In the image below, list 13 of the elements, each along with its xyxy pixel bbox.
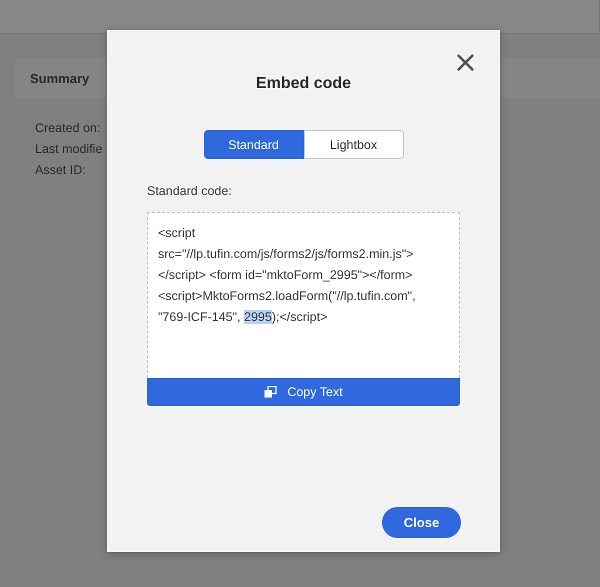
field-label: Created on: xyxy=(35,120,100,136)
tab[interactable]: Lightbox xyxy=(304,130,404,159)
field-label: Last modifie xyxy=(35,141,102,157)
dialog-title: Embed code xyxy=(254,74,352,94)
tab[interactable]: Standard xyxy=(204,130,304,159)
code-field[interactable]: <script src="//lp.tufin.com/js/forms2/js/forms2.min.js"></script> <form id="mktoForm_2995"></form> <script>MktoForms2.loadForm("//lp.tufin.com", "769-ICF-145", 2995);</script> xyxy=(147,212,460,378)
summary-title: Summary xyxy=(30,70,90,86)
selected-text: 2995 xyxy=(244,310,272,324)
copy-icon xyxy=(264,386,278,398)
close-button[interactable]: Close xyxy=(382,507,461,538)
copy-text-button[interactable]: Copy Text xyxy=(147,378,460,406)
code-label: Standard code: xyxy=(147,184,233,198)
field-label: Asset ID: xyxy=(35,162,86,178)
